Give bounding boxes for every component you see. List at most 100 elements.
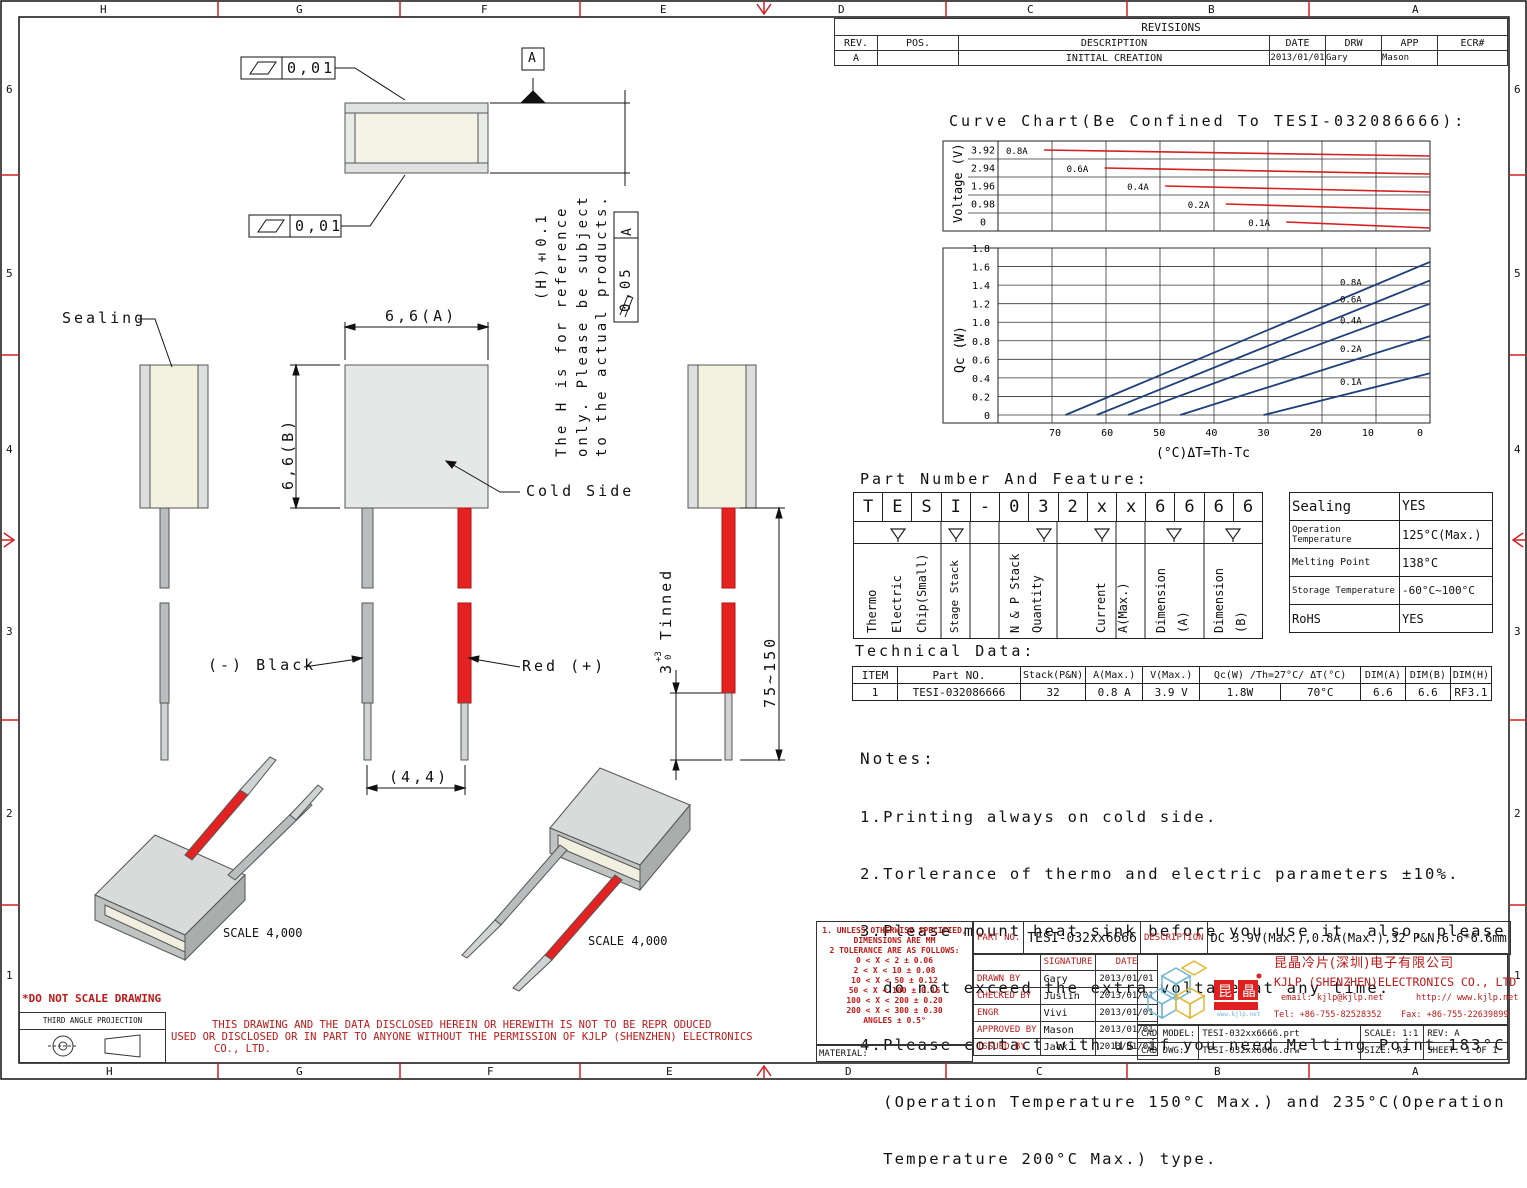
- title-table-top: PART NO. TESI-032xx6666 DESCRIPTION DC 3…: [972, 921, 1511, 955]
- part-no-value: TESI-032xx6666: [1023, 921, 1141, 955]
- voltage-series-line: [1043, 149, 1431, 157]
- feature-value: -60°C~100°C: [1399, 576, 1493, 605]
- black-lead-label: (-) Black: [208, 656, 317, 674]
- qc-tick-label: 1.4: [972, 281, 990, 292]
- pn-char: E: [883, 493, 913, 521]
- col-label: D: [845, 1065, 852, 1078]
- tol-line: 100 < X < 200 ± 0.20: [846, 996, 943, 1005]
- qc-x-tick-label: 30: [1258, 428, 1270, 439]
- do-not-scale: *DO NOT SCALE DRAWING: [22, 992, 162, 1005]
- voltage-tick-label: 1.96: [971, 182, 995, 193]
- disclaimer-line: THIS DRAWING AND THE DATA DISCLOSED HERE…: [212, 1019, 712, 1031]
- qc-x-tick-label: 70: [1049, 428, 1061, 439]
- rev-cell: 2013/01/01: [1269, 50, 1326, 66]
- pn-char: 6: [1242, 497, 1254, 517]
- side-view-left: [139, 364, 209, 761]
- row-label: 4: [1514, 443, 1521, 456]
- pn-char: x: [1117, 493, 1147, 521]
- qc-series-label: 0.2A: [1340, 345, 1362, 355]
- sig-role: APPROVED BY: [973, 1021, 1041, 1039]
- rev-cell: A: [834, 50, 878, 66]
- tinned-tol-dn: 0: [664, 654, 674, 660]
- red-lead-label: Red (+): [522, 657, 607, 675]
- scale-field: SCALE: 1:1: [1360, 1025, 1425, 1043]
- sig-role: CHECKED BY: [973, 987, 1041, 1005]
- qc-x-tick-label: 0: [1417, 428, 1423, 439]
- part-number-grid: TESI-032xx6666 Thermo Electric Chip(Smal…: [853, 492, 1263, 639]
- tolerance-block: 1. UNLESS OTHERWISE SPECIFIED, DIMENSION…: [816, 921, 973, 1045]
- revisions-table: REVISIONS REV. POS. DESCRIPTION DATE DRW…: [834, 18, 1508, 66]
- company-block: 昆 晶 www.kjlp.net 昆晶冷片(深圳)电子有限公司 KJLP (SH…: [1137, 953, 1518, 1025]
- sig-role: ISSUED BY: [973, 1038, 1041, 1056]
- disclaimer: THIS DRAWING AND THE DATA DISCLOSED HERE…: [166, 1019, 816, 1055]
- voltage-tick-label: 0: [980, 218, 986, 229]
- tech-header: ITEM: [852, 666, 898, 684]
- pn-char: 2: [1059, 493, 1088, 521]
- sig-name: Vivi: [1039, 1004, 1097, 1022]
- note-line: Temperature 200°C Max.) type.: [860, 1150, 1218, 1168]
- qc-tick-label: 0: [984, 411, 990, 422]
- tech-header: Stack(P&N): [1019, 666, 1087, 684]
- voltage-series-label: 0.8A: [1006, 147, 1028, 157]
- col-label: A: [1412, 3, 1419, 16]
- company-http: http:// www.kjlp.net: [1416, 993, 1519, 1003]
- voltage-tick-label: 2.94: [971, 164, 995, 175]
- lead-pitch-label: (4,4): [389, 768, 450, 786]
- col-label: C: [1027, 3, 1034, 16]
- third-angle-symbol: [48, 1034, 141, 1058]
- top-view-center: [344, 364, 489, 761]
- h-note: (H)±0.1: [534, 212, 550, 300]
- tech-header: V(Max.): [1142, 666, 1201, 684]
- feature-value: YES: [1399, 604, 1493, 633]
- col-label: F: [487, 1065, 494, 1078]
- iso-view-2: [461, 767, 691, 992]
- sig-role: ENGR: [973, 1004, 1041, 1022]
- part-no-label: PART NO.: [972, 921, 1025, 955]
- svg-text:晶: 晶: [1242, 984, 1256, 1000]
- tech-header: A(Max.): [1085, 666, 1144, 684]
- tech-cell: 0.8 A: [1085, 683, 1144, 701]
- dim-a-label: 6,6(A): [385, 307, 458, 325]
- side-view-top: [344, 102, 489, 174]
- rev-header: REV.: [834, 35, 878, 51]
- tech-header: DIM(B): [1404, 666, 1451, 684]
- company-name-en: KJLP (SHENZHEN)ELECTRONICS CO., LTD: [1274, 975, 1517, 989]
- material-field: MATERIAL:: [816, 1045, 973, 1062]
- qc-tick-label: 0.8: [972, 337, 990, 348]
- qc-tick-label: 1.6: [972, 263, 990, 274]
- sig-role: DRAWN BY: [973, 970, 1041, 988]
- note-line: 1.Printing always on cold side.: [860, 808, 1218, 826]
- feature-value: 138°C: [1399, 548, 1493, 577]
- tinned-length: 3: [657, 664, 675, 674]
- feature-name: RoHS: [1289, 604, 1400, 633]
- voltage-tick-label: 0.98: [971, 200, 995, 211]
- qc-series-label: 0.1A: [1340, 378, 1362, 388]
- pn-char: 3: [1029, 493, 1059, 521]
- pn-char: 0: [1000, 493, 1030, 521]
- note-line: (Operation Temperature 150°C Max.) and 2…: [860, 1093, 1506, 1111]
- pn-char: I: [942, 493, 971, 521]
- rev-header: APP: [1381, 35, 1438, 51]
- sig-header: SIGNATURE: [1039, 953, 1097, 971]
- tech-cell: 70°C: [1279, 683, 1361, 701]
- qc-tick-label: 0.6: [972, 355, 990, 366]
- tol-line: 2 < X < 10 ± 0.08: [853, 966, 936, 975]
- datum-label: A: [528, 51, 536, 66]
- tol-line: 200 < X < 300 ± 0.30: [846, 1006, 943, 1015]
- h-note: only. Please be subject: [575, 194, 591, 457]
- qc-axis-label: Qc (W): [953, 326, 968, 373]
- tech-cell: 32: [1019, 683, 1087, 701]
- voltage-series-label: 0.6A: [1067, 165, 1089, 175]
- curve-chart-title: Curve Chart(Be Confined To TESI-03208666…: [949, 112, 1467, 130]
- qc-tick-label: 1.8: [972, 244, 990, 255]
- row-label: 5: [1514, 267, 1521, 280]
- tech-cell: TESI-032086666: [897, 683, 1021, 701]
- tech-cell: 1.8W: [1199, 683, 1281, 701]
- pn-group-label: N & P Stack Quantity: [1008, 553, 1044, 633]
- sheet-field: SHEET: 1 OF 1: [1423, 1042, 1508, 1060]
- col-label: G: [296, 1065, 303, 1078]
- description-value: DC 3.9V(Max.),0.8A(Max.),32 P&N,6.6*6.6m…: [1206, 921, 1511, 955]
- rev-header: DATE: [1269, 35, 1326, 51]
- sig-name: Jack: [1039, 1038, 1097, 1056]
- voltage-axis-label: Voltage (V): [951, 144, 965, 223]
